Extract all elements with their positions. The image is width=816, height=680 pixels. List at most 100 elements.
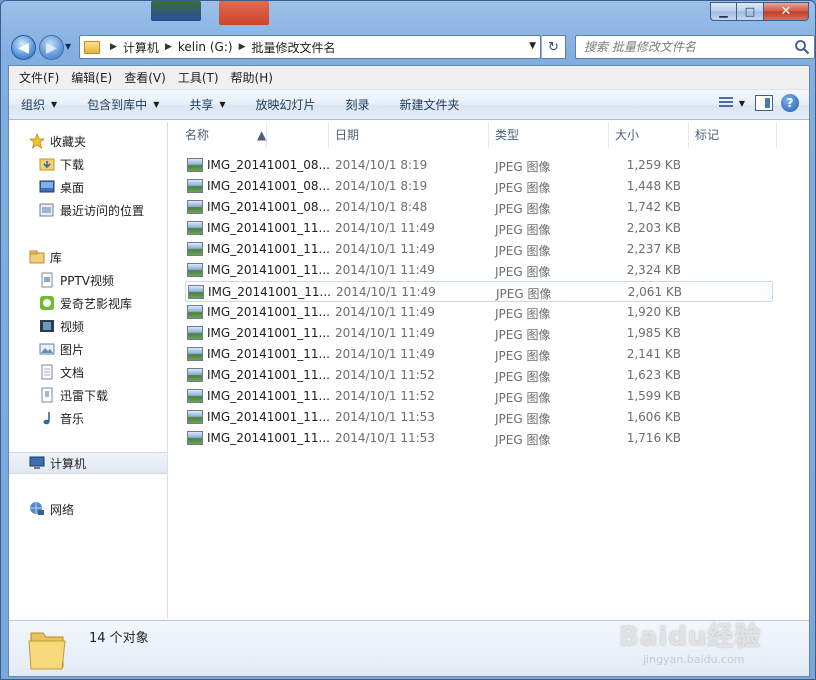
chevron-right-icon[interactable]: ▶ xyxy=(165,42,172,52)
sidebar-item-label: 最近访问的位置 xyxy=(60,203,145,218)
file-row[interactable]: IMG_20141001_11... 2014/10/1 11:52 JPEG 图像… xyxy=(185,386,773,407)
file-row[interactable]: IMG_20141001_11... 2014/10/1 11:49 JPEG 图像… xyxy=(185,239,773,260)
chevron-right-icon[interactable]: ▶ xyxy=(110,42,117,52)
jpeg-file-icon xyxy=(187,158,203,172)
recent-pages-dropdown[interactable]: ▼ xyxy=(65,42,71,51)
file-row[interactable]: IMG_20141001_11... 2014/10/1 11:52 JPEG 图像… xyxy=(185,365,773,386)
jpeg-file-icon xyxy=(187,347,203,361)
file-size: 1,742 KB xyxy=(626,200,681,214)
file-row[interactable]: IMG_20141001_11... 2014/10/1 11:49 JPEG 图像… xyxy=(185,260,773,281)
slideshow-button[interactable]: 放映幻灯片 xyxy=(256,96,316,113)
search-box[interactable] xyxy=(575,35,815,59)
breadcrumb-folder[interactable]: 批量修改文件名 xyxy=(251,39,335,56)
column-header-tags[interactable]: 标记 xyxy=(689,122,777,148)
file-size: 1,259 KB xyxy=(626,158,681,172)
file-type: JPEG 图像 xyxy=(495,160,551,174)
file-row[interactable]: IMG_20141001_11... 2014/10/1 11:53 JPEG 图像… xyxy=(185,428,773,449)
file-date: 2014/10/1 11:49 xyxy=(335,263,435,277)
sidebar-item-desktop[interactable]: 桌面 xyxy=(9,176,167,198)
column-header-date[interactable]: 日期 xyxy=(329,122,489,148)
file-row[interactable]: IMG_20141001_11... 2014/10/1 11:49 JPEG 图像… xyxy=(185,344,773,365)
sidebar-item-label: PPTV视频 xyxy=(60,273,115,288)
file-row[interactable]: IMG_20141001_08... 2014/10/1 8:48 JPEG 图像 1… xyxy=(185,197,773,218)
item-count: 14 个对象 xyxy=(89,631,149,646)
jpeg-file-icon xyxy=(187,200,203,214)
file-type: JPEG 图像 xyxy=(495,223,551,237)
jpeg-file-icon xyxy=(187,179,203,193)
forward-button[interactable]: ▶ xyxy=(39,35,64,60)
close-button[interactable]: ✕ xyxy=(764,2,809,21)
sidebar-item-thunder[interactable]: 迅雷下载 xyxy=(9,384,167,406)
sidebar-item-label: 迅雷下载 xyxy=(60,388,109,403)
file-size: 1,448 KB xyxy=(626,179,681,193)
file-row[interactable]: IMG_20141001_11... 2014/10/1 11:49 JPEG 图像… xyxy=(185,323,773,344)
sidebar-favorites[interactable]: 收藏夹 xyxy=(9,130,167,152)
sidebar-libraries[interactable]: 库 xyxy=(9,246,167,268)
file-row[interactable]: IMG_20141001_11... 2014/10/1 11:49 JPEG 图像… xyxy=(185,281,773,302)
sidebar-item-iqiyi[interactable]: 爱奇艺影视库 xyxy=(9,292,167,314)
menu-tools[interactable]: 工具(T) xyxy=(172,69,225,86)
file-row[interactable]: IMG_20141001_11... 2014/10/1 11:53 JPEG 图像… xyxy=(185,407,773,428)
maximize-button[interactable]: □ xyxy=(737,2,764,21)
menu-edit[interactable]: 编辑(E) xyxy=(65,69,118,86)
jpeg-file-icon xyxy=(187,368,203,382)
refresh-button[interactable]: ↻ xyxy=(542,35,566,59)
breadcrumb-drive[interactable]: kelin (G:) xyxy=(178,40,233,54)
chevron-down-icon: ▼ xyxy=(51,100,58,109)
arrow-right-icon: ▶ xyxy=(46,39,57,56)
address-bar[interactable]: ▶ 计算机 ▶ kelin (G:) ▶ 批量修改文件名 ▼ xyxy=(79,35,541,59)
preview-pane-toggle[interactable] xyxy=(755,95,773,111)
include-library-button[interactable]: 包含到库中 ▼ xyxy=(87,96,159,113)
file-type: JPEG 图像 xyxy=(495,181,551,195)
thumbnail-2 xyxy=(219,1,269,25)
view-options-icon[interactable] xyxy=(717,94,735,112)
organize-button[interactable]: 组织 ▼ xyxy=(21,96,57,113)
minimize-button[interactable]: ▁ xyxy=(710,2,737,21)
sidebar-item-recent[interactable]: 最近访问的位置 xyxy=(9,199,167,221)
sidebar-item-pictures[interactable]: 图片 xyxy=(9,338,167,360)
search-input[interactable] xyxy=(576,36,781,58)
commandbar-right: ▼ ? xyxy=(717,94,799,112)
file-row[interactable]: IMG_20141001_08... 2014/10/1 8:19 JPEG 图像 1… xyxy=(185,176,773,197)
chevron-down-icon[interactable]: ▼ xyxy=(739,99,745,108)
column-header-size[interactable]: 大小 xyxy=(609,122,689,148)
file-type: JPEG 图像 xyxy=(495,433,551,447)
sidebar-item-documents[interactable]: 文档 xyxy=(9,361,167,383)
share-button[interactable]: 共享 ▼ xyxy=(189,96,225,113)
file-row[interactable]: IMG_20141001_08... 2014/10/1 8:19 JPEG 图像 1… xyxy=(185,155,773,176)
chevron-down-icon: ▼ xyxy=(153,100,160,109)
chevron-right-icon[interactable]: ▶ xyxy=(239,42,246,52)
document-icon xyxy=(41,364,53,380)
sidebar-item-downloads[interactable]: 下载 xyxy=(9,153,167,175)
thumbnail-1 xyxy=(151,1,201,21)
share-label: 共享 xyxy=(189,98,214,112)
refresh-icon: ↻ xyxy=(548,39,559,55)
menu-help[interactable]: 帮助(H) xyxy=(225,69,279,86)
jpeg-file-icon xyxy=(187,242,203,256)
sidebar-item-music[interactable]: 音乐 xyxy=(9,407,167,429)
file-name: IMG_20141001_11... xyxy=(207,242,330,256)
help-icon[interactable]: ? xyxy=(781,94,799,112)
menu-file[interactable]: 文件(F) xyxy=(13,69,65,86)
file-row[interactable]: IMG_20141001_11... 2014/10/1 11:49 JPEG 图像… xyxy=(185,218,773,239)
back-button[interactable]: ◀ xyxy=(11,35,36,60)
sidebar-item-pptv[interactable]: PPTV视频 xyxy=(9,269,167,291)
file-size: 2,141 KB xyxy=(626,347,681,361)
file-size: 2,061 KB xyxy=(627,285,682,299)
search-icon[interactable] xyxy=(794,39,810,55)
address-dropdown-icon[interactable]: ▼ xyxy=(529,41,536,51)
burn-button[interactable]: 刻录 xyxy=(346,96,370,113)
new-folder-button[interactable]: 新建文件夹 xyxy=(400,96,460,113)
column-header-type[interactable]: 类型 xyxy=(489,122,609,148)
recent-places-icon xyxy=(39,203,54,217)
file-date: 2014/10/1 11:49 xyxy=(335,347,435,361)
sidebar-computer[interactable]: 计算机 xyxy=(9,452,167,474)
file-row[interactable]: IMG_20141001_11... 2014/10/1 11:49 JPEG 图像… xyxy=(185,302,773,323)
file-name: IMG_20141001_11... xyxy=(207,389,330,403)
file-type: JPEG 图像 xyxy=(495,391,551,405)
menu-view[interactable]: 查看(V) xyxy=(118,69,172,86)
sidebar-network[interactable]: 网络 xyxy=(9,498,167,520)
file-type: JPEG 图像 xyxy=(495,307,551,321)
breadcrumb-computer[interactable]: 计算机 xyxy=(123,39,159,56)
sidebar-item-videos[interactable]: 视频 xyxy=(9,315,167,337)
